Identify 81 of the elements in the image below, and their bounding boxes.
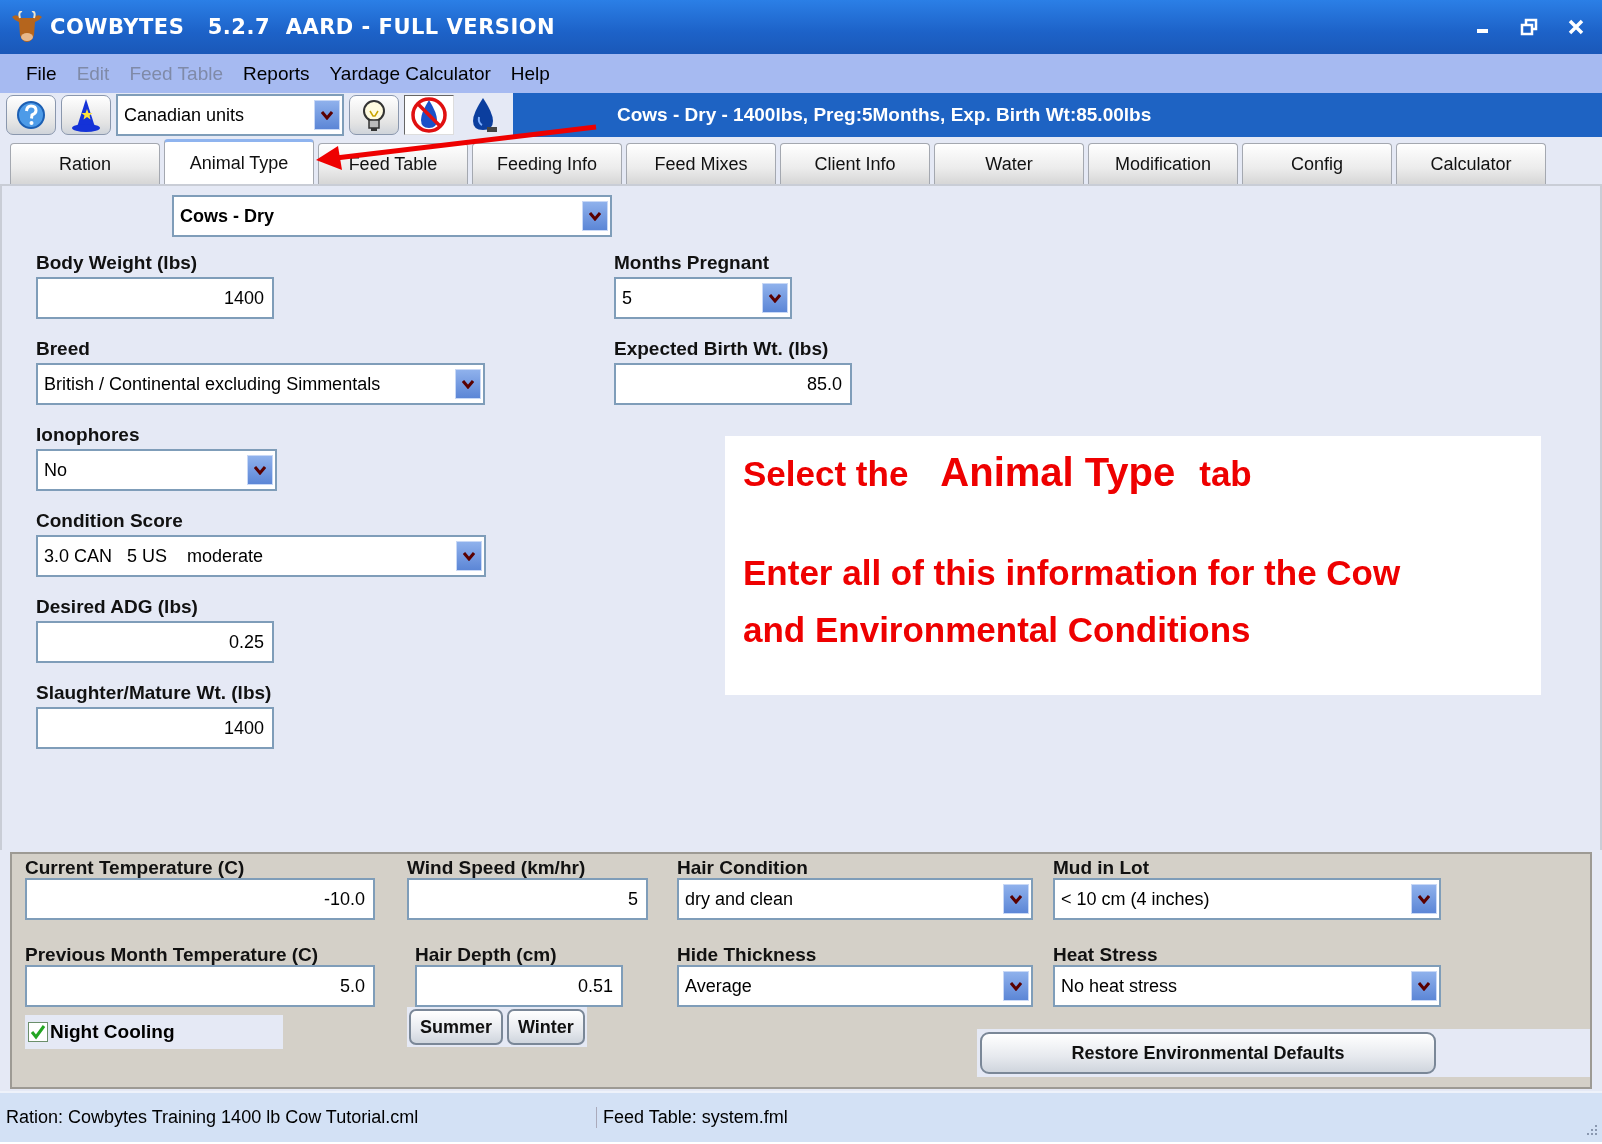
chevron-icon: [247, 455, 273, 485]
season-button[interactable]: Summer: [409, 1009, 504, 1045]
field-label: Hair Condition: [677, 857, 809, 878]
chevron-icon: [456, 541, 482, 571]
text-field[interactable]: 5: [407, 878, 648, 920]
tab[interactable]: Animal Type: [164, 139, 314, 184]
menu-item[interactable]: Reports: [243, 62, 310, 85]
text-field[interactable]: 1400: [36, 277, 274, 319]
chevron-icon: [314, 100, 340, 130]
light-bulb-icon: [360, 98, 388, 132]
callout-text: Animal Type: [940, 450, 1176, 495]
field-label: Condition Score: [36, 509, 184, 533]
chevron-icon: [762, 283, 788, 313]
dropdown[interactable]: Canadian units: [116, 94, 344, 136]
dropdown[interactable]: 3.0 CAN 5 US moderate: [36, 535, 486, 577]
tab[interactable]: Feeding Info: [472, 143, 622, 184]
tab[interactable]: Water: [934, 143, 1084, 184]
dropdown[interactable]: Cows - Dry: [172, 195, 612, 237]
field-label: Ionophores: [36, 423, 141, 447]
no-water-icon: [409, 95, 449, 135]
text-field[interactable]: 85.0: [614, 363, 852, 405]
close-icon[interactable]: [1568, 19, 1584, 35]
dropdown[interactable]: British / Continental excluding Simmentals: [36, 363, 485, 405]
tab[interactable]: Ration: [10, 143, 160, 184]
checkbox-label: Night Cooling: [50, 1021, 175, 1043]
dropdown[interactable]: No heat stress: [1053, 965, 1441, 1007]
field-label: Body Weight (lbs): [36, 251, 199, 275]
status-text: Ration: Cowbytes Training 1400 lb Cow Tutorial.cml: [6, 1107, 420, 1128]
season-button[interactable]: Winter: [507, 1009, 585, 1045]
chevron-icon: [1411, 884, 1437, 914]
chevron-icon: [455, 369, 481, 399]
dropdown[interactable]: < 10 cm (4 inches): [1053, 878, 1441, 920]
callout-text: Enter all of this information for the Cow and Environmental Conditions: [743, 552, 1402, 651]
field-label: Months Pregnant: [614, 251, 771, 275]
field-label: Current Temperature (C): [25, 857, 246, 878]
menu-item[interactable]: Help: [510, 62, 550, 85]
cow-head-icon: [10, 11, 44, 43]
text-field[interactable]: -10.0: [25, 878, 375, 920]
window-title: COWBYTES 5.2.7 AARD - FULL VERSION: [50, 15, 556, 39]
field-label: Mud in Lot: [1053, 857, 1151, 878]
field-label: Desired ADG (lbs): [36, 595, 199, 619]
field-label: Wind Speed (km/hr): [407, 857, 587, 878]
status-text: Feed Table: system.fml: [596, 1107, 788, 1128]
chevron-icon: [1411, 971, 1437, 1001]
field-label: Breed: [36, 337, 91, 361]
menu-item[interactable]: File: [26, 62, 57, 85]
field-label: Heat Stress: [1053, 944, 1159, 965]
text-field[interactable]: 0.25: [36, 621, 274, 663]
dropdown[interactable]: Average: [677, 965, 1033, 1007]
menu-item[interactable]: Yardage Calculator: [329, 62, 491, 85]
field-label: Hide Thickness: [677, 944, 818, 965]
text-field[interactable]: 0.51: [415, 965, 623, 1007]
chevron-icon: [1003, 884, 1029, 914]
tab[interactable]: Modification: [1088, 143, 1238, 184]
tab[interactable]: Config: [1242, 143, 1392, 184]
resize-grip-icon[interactable]: [1584, 1122, 1598, 1136]
tab[interactable]: Feed Mixes: [626, 143, 776, 184]
toolbar-button[interactable]: [349, 95, 399, 135]
tab[interactable]: Calculator: [1396, 143, 1546, 184]
field-label: Previous Month Temperature (C): [25, 944, 320, 965]
field-label: Slaughter/Mature Wt. (lbs): [36, 681, 273, 705]
dropdown[interactable]: dry and clean: [677, 878, 1033, 920]
callout-text: tab: [1199, 454, 1252, 494]
dropdown[interactable]: No: [36, 449, 277, 491]
text-field[interactable]: 1400: [36, 707, 274, 749]
chevron-icon: [582, 201, 608, 231]
restore-defaults-button[interactable]: Restore Environmental Defaults: [980, 1032, 1436, 1074]
toolbar-button[interactable]: [6, 95, 56, 135]
help-icon: [15, 99, 47, 131]
tab[interactable]: Client Info: [780, 143, 930, 184]
toolbar-button[interactable]: [404, 95, 454, 135]
field-label: Expected Birth Wt. (lbs): [614, 337, 830, 361]
callout-text: Select the: [743, 454, 909, 494]
animal-summary: Cows - Dry - 1400lbs, Preg:5Months, Exp. Birth Wt:85.00lbs: [617, 104, 1152, 126]
checkbox[interactable]: [28, 1022, 48, 1042]
dropdown[interactable]: 5: [614, 277, 792, 319]
chevron-icon: [1003, 971, 1029, 1001]
restore-icon[interactable]: [1520, 18, 1538, 36]
text-field[interactable]: 5.0: [25, 965, 375, 1007]
field-label: Hair Depth (cm): [415, 944, 558, 965]
toolbar-button[interactable]: [61, 95, 111, 135]
